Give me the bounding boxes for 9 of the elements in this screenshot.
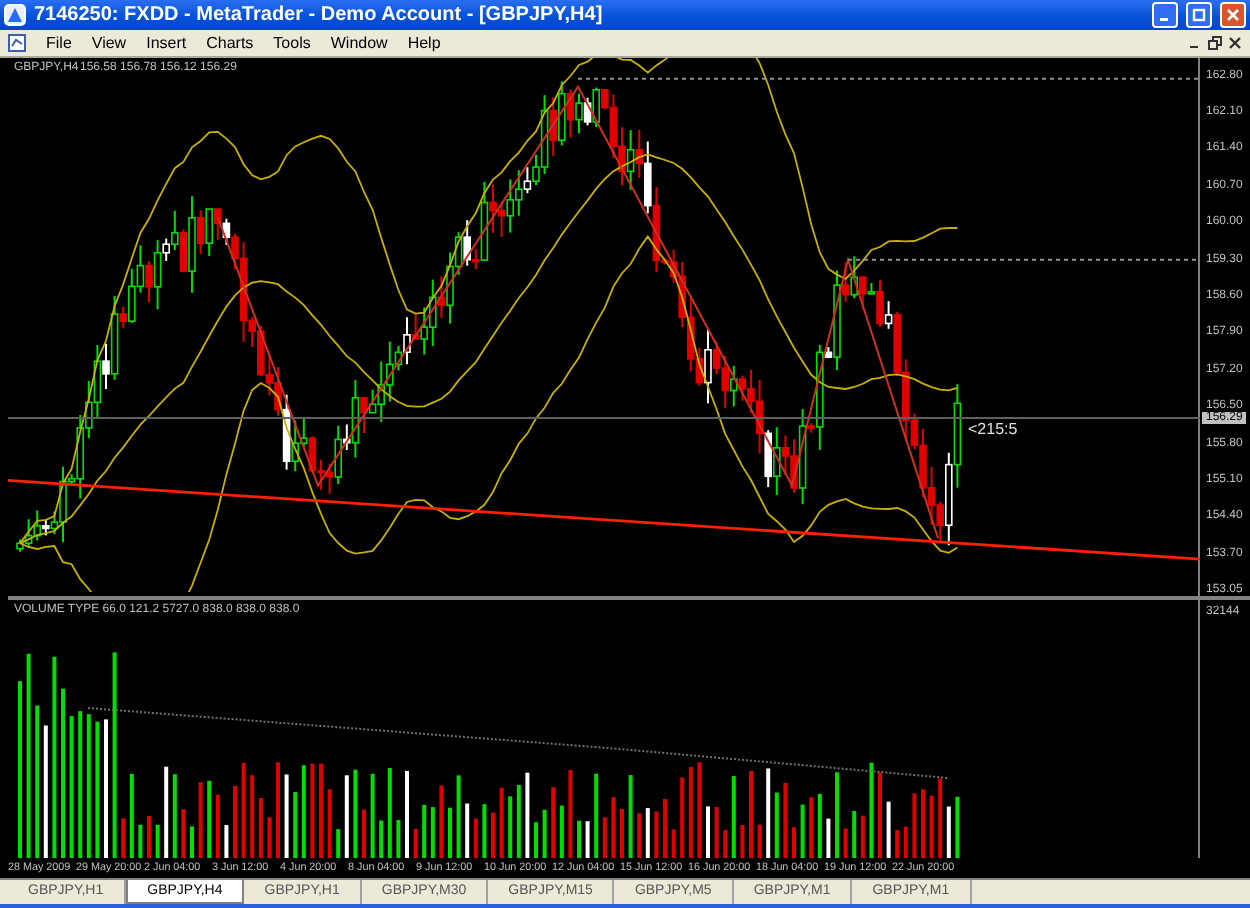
countdown-label: <215:5 <box>968 419 1018 438</box>
menu-item[interactable]: Tools <box>273 33 311 52</box>
menu-item[interactable]: Window <box>330 33 388 52</box>
menu-item[interactable]: Help <box>407 33 441 52</box>
menu-item[interactable]: File <box>46 33 72 52</box>
menu-item[interactable]: Charts <box>206 33 254 52</box>
menu-item[interactable]: View <box>91 33 127 52</box>
window-title: 7146250: FXDD - MetaTrader - Demo Account - [GBPJPY,H4] <box>34 4 605 27</box>
menu-item[interactable]: Insert <box>146 33 187 52</box>
